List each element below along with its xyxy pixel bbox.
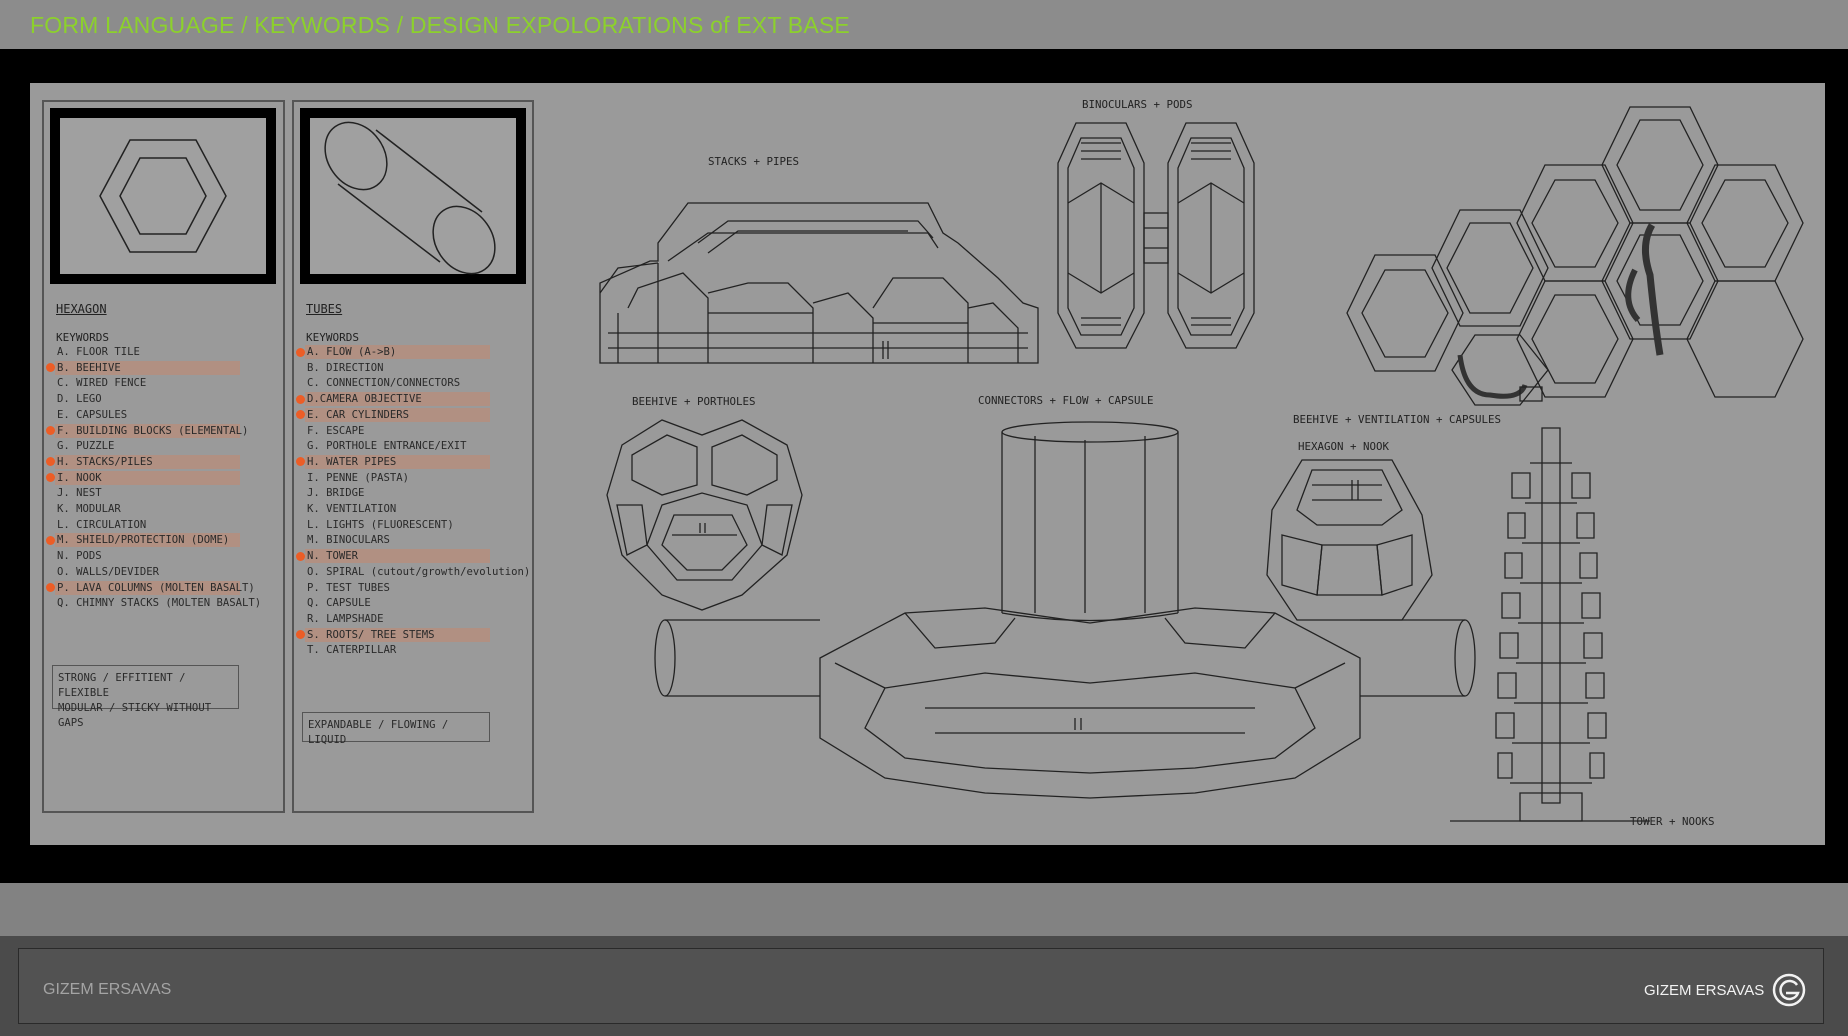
spacer-band: [0, 883, 1848, 936]
hexagon-keywords-heading: KEYWORDS: [56, 331, 109, 344]
hexagon-keyword: B. BEEHIVE: [55, 360, 240, 375]
binoculars-pods-sketch: [1057, 122, 1255, 349]
presentation-board: HEXAGON KEYWORDS A. FLOOR TILE B. BEEHIVE…: [30, 83, 1825, 845]
highlight-dot-icon: [296, 457, 305, 467]
cylinder-icon: [324, 121, 496, 275]
tubes-keywords-heading: KEYWORDS: [306, 331, 359, 344]
highlight-dot-icon: [46, 426, 55, 435]
hexagon-keyword: A. FLOOR TILE: [57, 346, 140, 358]
hexagon-keyword: N. PODS: [57, 550, 102, 563]
header-bar: FORM LANGUAGE / KEYWORDS / DESIGN EXPOLO…: [0, 0, 1848, 49]
hexagon-keyword: I. NOOK: [55, 470, 240, 485]
hexagon-keyword: Q. CHIMNY STACKS (MOLTEN BASALT): [57, 597, 262, 610]
hexagon-keyword: L. CIRCULATION: [57, 518, 147, 531]
highlight-dot-icon: [296, 630, 305, 640]
footer-author-right: GIZEM ERSAVAS: [1644, 982, 1765, 999]
tubes-keyword: T. CATERPILLAR: [307, 644, 397, 657]
tubes-keyword: O. SPIRAL (cutout/growth/evolution): [307, 565, 531, 578]
tubes-keyword: P. TEST TUBES: [307, 581, 390, 594]
highlight-dot-icon: [46, 535, 55, 545]
tubes-keyword: A. FLOW (A->B): [305, 345, 490, 359]
tubes-keyword: S. ROOTS/ TREE STEMS: [305, 627, 490, 642]
hexagon-image: [50, 108, 276, 284]
tubes-keyword: I. PENNE (PASTA): [307, 471, 410, 484]
tubes-panel: TUBES KEYWORDS A. FLOW (A->B) B. DIRECTIO…: [292, 100, 534, 813]
tubes-keyword: M. BINOCULARS: [307, 534, 390, 547]
hexagon-panel: HEXAGON KEYWORDS A. FLOOR TILE B. BEEHIVE…: [42, 100, 285, 813]
tubes-keyword: N. TOWER: [305, 549, 490, 564]
hexagon-summary: STRONG / EFFITIENT / FLEXIBLE MODULAR / …: [52, 665, 239, 729]
tubes-keyword: D.CAMERA OBJECTIVE: [305, 392, 490, 407]
tubes-title: TUBES: [306, 302, 343, 316]
highlight-dot-icon: [46, 457, 55, 467]
author-logo-icon: [1772, 973, 1806, 1007]
tubes-summary: EXPANDABLE / FLOWING / LIQUID: [302, 712, 490, 746]
tubes-keyword: F. ESCAPE: [307, 424, 365, 437]
hexagon-title: HEXAGON: [56, 302, 107, 316]
hexagon-icon: [99, 139, 227, 253]
tubes-keyword: B. DIRECTION: [307, 361, 384, 374]
label-beehive-portholes: BEEHIVE + PORTHOLES: [632, 395, 756, 408]
footer-author-left: GIZEM ERSAVAS: [43, 981, 172, 998]
hexagon-keyword: C. WIRED FENCE: [57, 377, 147, 390]
page-title: FORM LANGUAGE / KEYWORDS / DESIGN EXPOLO…: [30, 12, 850, 38]
tubes-summary-line: EXPANDABLE / FLOWING / LIQUID: [308, 719, 449, 746]
hexagon-keyword: G. PUZZLE: [57, 440, 115, 453]
hexagon-keyword: O. WALLS/DEVIDER: [57, 565, 160, 578]
highlight-dot-icon: [46, 583, 55, 592]
highlight-dot-icon: [46, 363, 55, 373]
tubes-keyword: E. CAR CYLINDERS: [305, 407, 490, 422]
highlight-dot-icon: [46, 473, 55, 483]
hexagon-keyword: F. BUILDING BLOCKS (ELEMENTAL): [55, 423, 249, 438]
highlight-dot-icon: [296, 551, 305, 561]
beehive-ventilation-sketch: [1346, 106, 1804, 406]
tubes-keyword: Q. CAPSULE: [307, 597, 371, 610]
stacks-pipes-sketch: [599, 202, 1039, 364]
tubes-keyword: L. LIGHTS (FLUORESCENT): [307, 518, 454, 531]
hexagon-summary-line: STRONG / EFFITIENT / FLEXIBLE: [58, 672, 186, 699]
tubes-keyword: J. BRIDGE: [307, 487, 365, 500]
hexagon-nook-sketch: [1266, 459, 1433, 621]
highlight-dot-icon: [296, 410, 305, 420]
hexagon-keyword: K. MODULAR: [57, 503, 121, 515]
tubes-keyword: H. WATER PIPES: [305, 454, 490, 469]
hexagon-keyword: J. NEST: [57, 487, 102, 500]
tower-nooks-sketch: [1450, 427, 1650, 822]
label-binoculars: BINOCULARS + PODS: [1082, 98, 1193, 111]
label-connectors: CONNECTORS + FLOW + CAPSULE: [978, 394, 1154, 407]
hexagon-keyword: E. CAPSULES: [57, 408, 128, 421]
tubes-keyword: K. VENTILATION: [307, 503, 397, 515]
label-stacks: STACKS + PIPES: [708, 155, 800, 168]
tubes-image: [300, 108, 526, 284]
footer-frame: [18, 948, 1824, 1024]
highlight-dot-icon: [296, 394, 305, 404]
hexagon-summary-line: MODULAR / STICKY WITHOUT GAPS: [58, 702, 212, 729]
tubes-keyword: C. CONNECTION/CONNECTORS: [307, 377, 461, 390]
tubes-keyword: R. LAMPSHADE: [307, 612, 384, 625]
hexagon-keyword: P. LAVA COLUMNS (MOLTEN BASALT): [55, 580, 255, 595]
highlight-dot-icon: [296, 347, 305, 357]
hexagon-keyword: M. SHIELD/PROTECTION (DOME): [55, 533, 240, 548]
tubes-keyword: G. PORTHOLE ENTRANCE/EXIT: [307, 440, 467, 453]
hexagon-keyword: D. LEGO: [57, 393, 102, 406]
hexagon-keyword: H. STACKS/PILES: [55, 454, 240, 469]
